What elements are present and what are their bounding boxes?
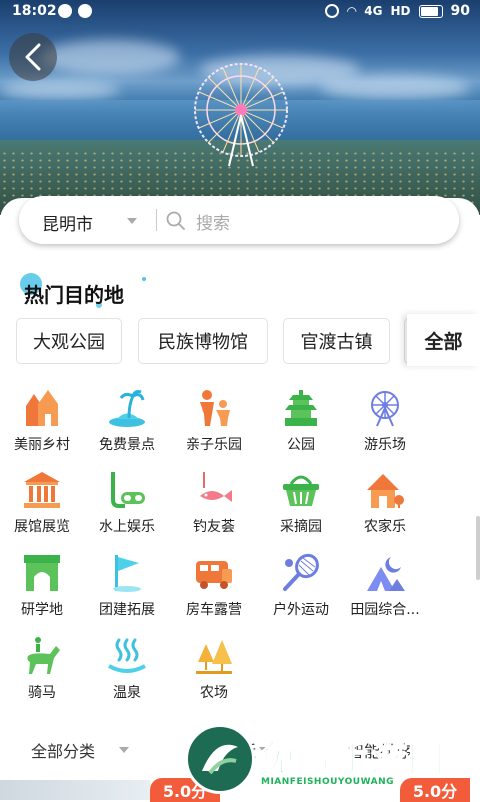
category-label: 采摘园: [280, 519, 322, 535]
watermark-text: 免费手游网: [259, 738, 446, 781]
decor-dot: [142, 277, 146, 281]
category-item[interactable]: 农场: [169, 636, 259, 706]
category-label: 亲子乐园: [186, 437, 242, 453]
alarm-icon: [325, 4, 340, 18]
category-item[interactable]: 温泉: [82, 636, 172, 706]
status-time: 18:02: [12, 3, 57, 19]
city-selector[interactable]: 昆明市: [42, 210, 93, 235]
category-item[interactable]: 钓友荟: [169, 470, 259, 540]
wifi-icon: ◠: [347, 4, 357, 18]
watermark: 免费手游网 MIANFEISHOUYOUWANG: [185, 724, 475, 800]
category-item[interactable]: 展馆展览: [0, 470, 87, 540]
battery-icon: [418, 4, 443, 18]
category-label: 美丽乡村: [14, 437, 70, 453]
parent-child-icon: [194, 388, 234, 428]
search-bar: 昆明市 搜索: [19, 196, 459, 244]
horse-icon: [22, 636, 62, 676]
destination-chip[interactable]: 大观公园: [16, 318, 122, 364]
filter-category[interactable]: 全部分类: [31, 738, 95, 762]
category-item[interactable]: 研学地: [0, 553, 87, 623]
farmhouse-icon: [365, 470, 405, 510]
category-item[interactable]: 户外运动: [256, 553, 346, 623]
arch-icon: [22, 553, 62, 593]
category-item[interactable]: 骑马: [0, 636, 87, 706]
tent-moon-icon: [365, 553, 405, 593]
list-item-image[interactable]: [0, 780, 150, 800]
category-label: 水上娱乐: [99, 519, 155, 535]
category-label: 田园综合...: [350, 602, 420, 618]
category-label: 游乐场: [364, 437, 406, 453]
category-label: 户外运动: [273, 602, 329, 618]
notification-icon: [58, 4, 72, 18]
chevron-down-icon[interactable]: [119, 747, 129, 753]
category-item[interactable]: 田园综合...: [340, 553, 430, 623]
back-button[interactable]: [9, 33, 57, 81]
category-item[interactable]: 公园: [256, 388, 346, 458]
category-label: 公园: [287, 437, 315, 453]
category-item[interactable]: 采摘园: [256, 470, 346, 540]
divider: [156, 209, 157, 231]
category-item[interactable]: 水上娱乐: [82, 470, 172, 540]
signal-label: 4G: [364, 4, 383, 18]
search-input[interactable]: 搜索: [196, 209, 230, 234]
tennis-icon: [281, 553, 321, 593]
category-label: 免费景点: [99, 437, 155, 453]
scrollbar[interactable]: [476, 516, 480, 580]
farm-trees-icon: [194, 636, 234, 676]
watermark-url: MIANFEISHOUYOUWANG: [261, 777, 394, 787]
hot-spring-icon: [107, 636, 147, 676]
basket-icon: [281, 470, 321, 510]
category-item[interactable]: 美丽乡村: [0, 388, 87, 458]
category-label: 骑马: [28, 685, 56, 701]
watermark-logo-icon: [185, 724, 255, 794]
category-label: 钓友荟: [193, 519, 235, 535]
all-destinations-button[interactable]: 全部: [407, 314, 480, 366]
category-item[interactable]: 房车露营: [169, 553, 259, 623]
status-bar: 18:02 ◠ 4G HD 90: [0, 0, 480, 24]
chevron-down-icon[interactable]: [127, 218, 137, 224]
rv-icon: [194, 553, 234, 593]
destination-chip[interactable]: 官渡古镇: [283, 318, 390, 364]
category-item[interactable]: 团建拓展: [82, 553, 172, 623]
category-label: 展馆展览: [14, 519, 70, 535]
village-icon: [22, 388, 62, 428]
category-label: 温泉: [113, 685, 141, 701]
category-label: 团建拓展: [99, 602, 155, 618]
ferris-wheel-icon: [365, 388, 405, 428]
museum-icon: [22, 470, 62, 510]
check-icon: [78, 4, 92, 18]
chevron-left-icon: [25, 43, 41, 71]
category-label: 农场: [200, 685, 228, 701]
hd-label: HD: [390, 4, 411, 18]
hero-banner: [0, 0, 480, 215]
category-item[interactable]: 亲子乐园: [169, 388, 259, 458]
category-item[interactable]: 游乐场: [340, 388, 430, 458]
category-label: 研学地: [21, 602, 63, 618]
ferris-wheel-landmark: [194, 63, 288, 167]
snorkel-icon: [107, 470, 147, 510]
category-label: 房车露营: [186, 602, 242, 618]
fishing-icon: [194, 470, 234, 510]
section-title-hot-destinations: 热门目的地: [24, 283, 124, 307]
search-icon: [166, 211, 185, 230]
category-label: 农家乐: [364, 519, 406, 535]
category-item[interactable]: 免费景点: [82, 388, 172, 458]
category-item[interactable]: 农家乐: [340, 470, 430, 540]
pagoda-icon: [281, 388, 321, 428]
island-icon: [107, 388, 147, 428]
destination-chip[interactable]: 民族博物馆: [138, 318, 268, 364]
flag-icon: [107, 553, 147, 593]
battery-level: 90: [450, 3, 470, 19]
